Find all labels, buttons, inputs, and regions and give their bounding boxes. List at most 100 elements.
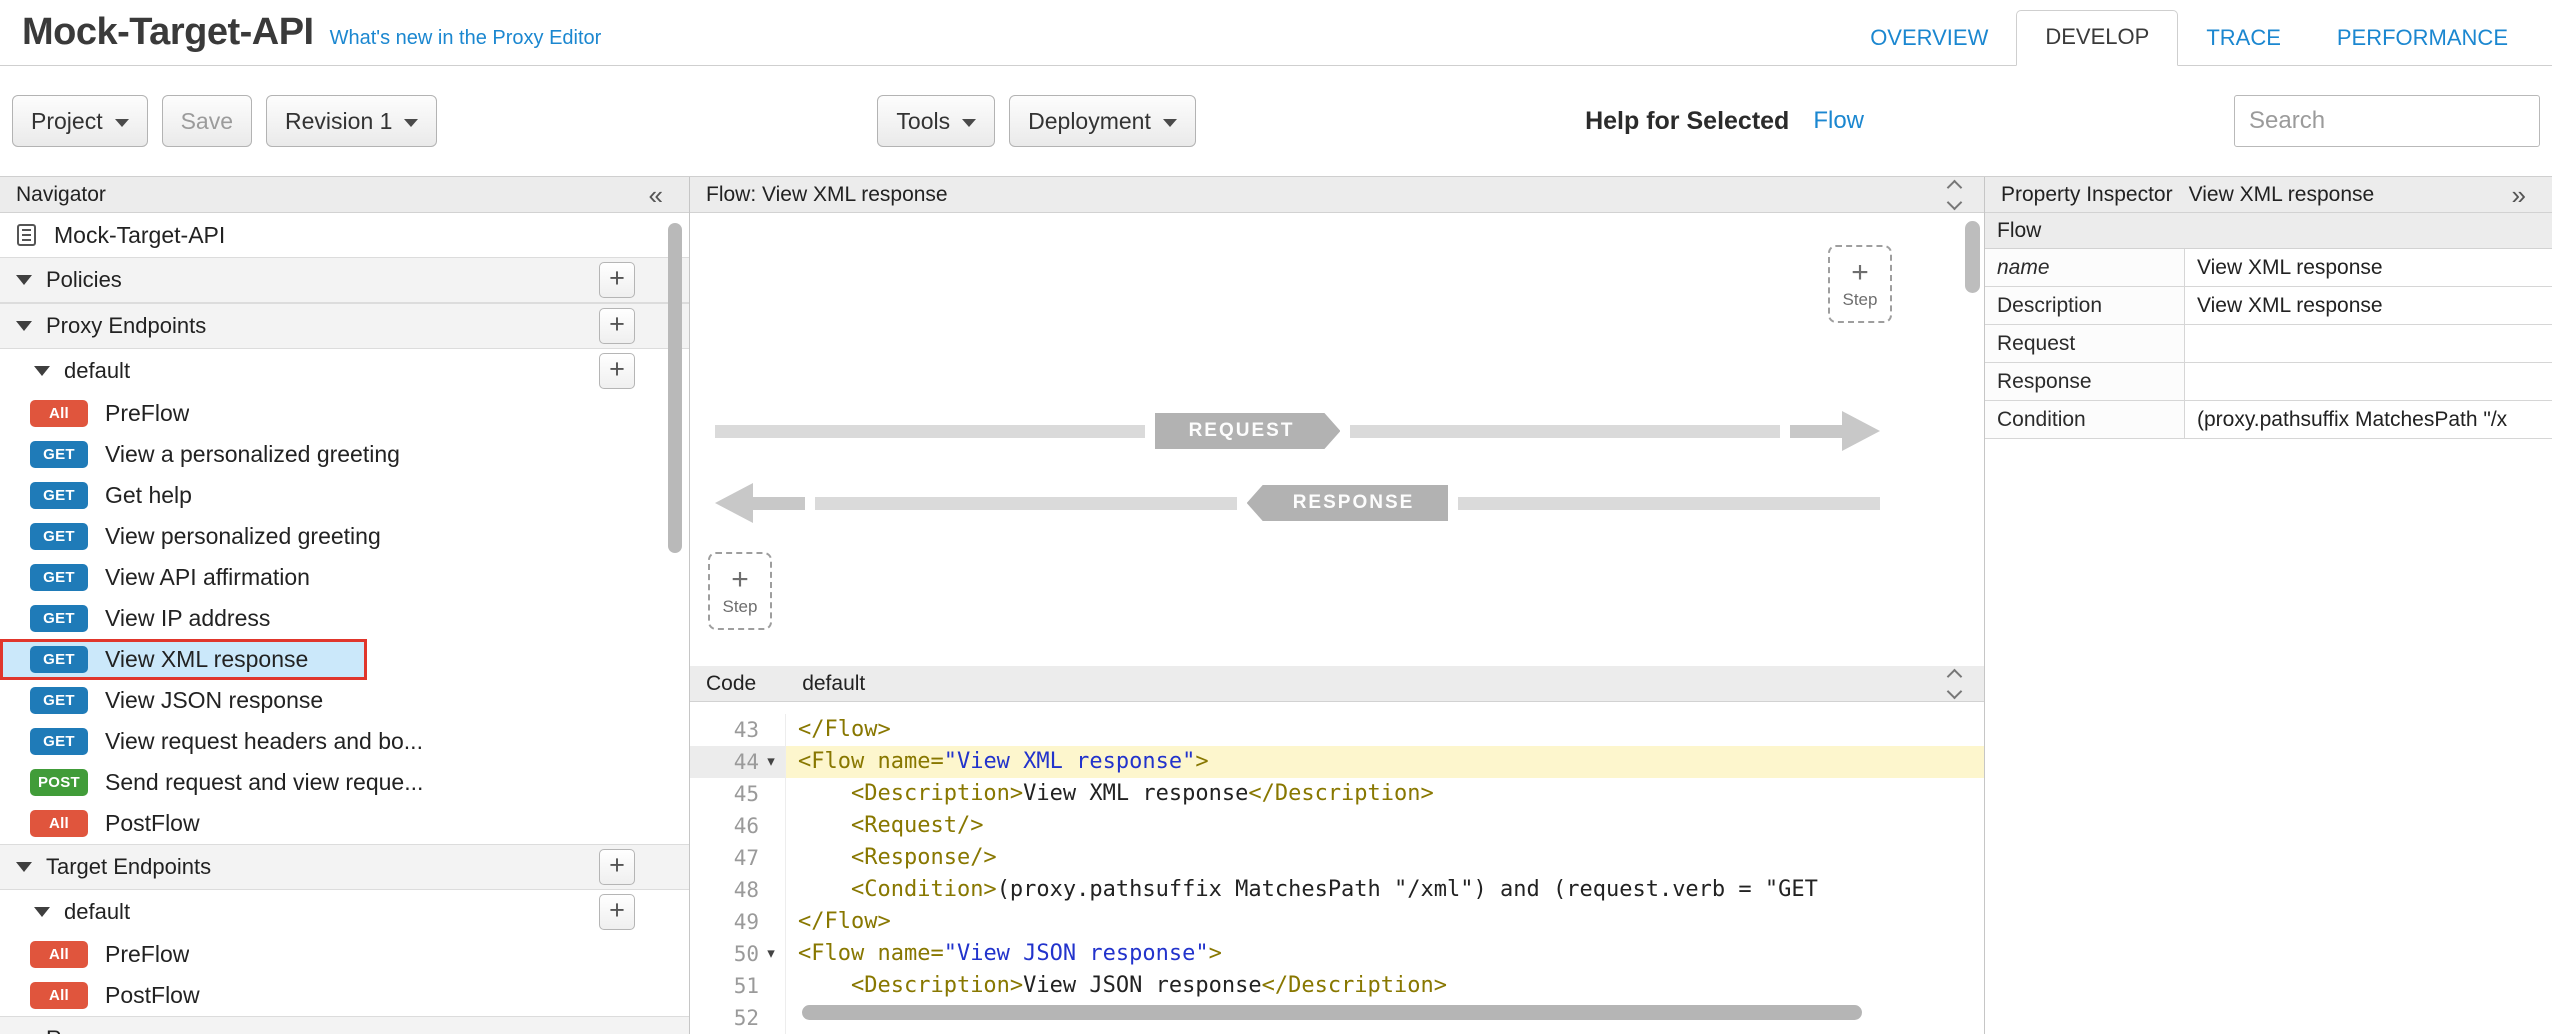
revision-button-label: Revision 1: [285, 108, 392, 135]
inspector-property-value[interactable]: (proxy.pathsuffix MatchesPath "/x: [2185, 401, 2552, 438]
nav-section-proxy-endpoints[interactable]: Proxy Endpoints +: [0, 303, 689, 349]
code-tab[interactable]: Code: [706, 672, 756, 696]
flow-label: PreFlow: [105, 400, 189, 427]
deployment-button[interactable]: Deployment: [1009, 95, 1196, 147]
proxy-flow-view-json-response[interactable]: GETView JSON response: [0, 680, 689, 721]
proxy-flow-preflow[interactable]: AllPreFlow: [0, 393, 689, 434]
token-tag: <Request/>: [851, 813, 983, 838]
nav-section-policies[interactable]: Policies +: [0, 257, 689, 303]
code-line-content: <Condition>(proxy.pathsuffix MatchesPath…: [786, 874, 1984, 906]
proxy-flow-view-api-affirmation[interactable]: GETView API affirmation: [0, 557, 689, 598]
help-group: Help for Selected Flow: [1585, 107, 1864, 136]
token-string: "View JSON response": [944, 941, 1209, 966]
code-line-content: <Flow name="View JSON response">: [786, 938, 1984, 970]
triangle-down-icon: [16, 275, 32, 285]
verb-badge-get: GET: [30, 646, 88, 673]
inspector-property-value[interactable]: [2185, 363, 2552, 400]
code-horizontal-scrollbar[interactable]: [802, 1005, 1862, 1020]
code-line-49[interactable]: 49</Flow>: [690, 906, 1984, 938]
code-line-46[interactable]: 46 <Request/>: [690, 810, 1984, 842]
nav-section-resources[interactable]: Resources: [0, 1016, 689, 1034]
response-flow-lane[interactable]: RESPONSE: [715, 483, 1880, 523]
save-button[interactable]: Save: [162, 95, 252, 147]
flow-vertical-scrollbar[interactable]: [1965, 221, 1980, 293]
add-policy-button[interactable]: +: [599, 262, 635, 298]
code-line-48[interactable]: 48 <Condition>(proxy.pathsuffix MatchesP…: [690, 874, 1984, 906]
chevron-down-icon: [1947, 683, 1963, 699]
triangle-down-icon: [16, 862, 32, 872]
inspector-rows: nameView XML responseDescriptionView XML…: [1985, 249, 2552, 439]
proxy-flow-view-request-headers-and-bo[interactable]: GETView request headers and bo...: [0, 721, 689, 762]
collapse-expand-icon[interactable]: [1949, 182, 1960, 208]
help-flow-link[interactable]: Flow: [1813, 107, 1864, 135]
tab-performance[interactable]: PERFORMANCE: [2309, 12, 2536, 66]
add-target-flow-button[interactable]: +: [599, 894, 635, 930]
target-flow-preflow[interactable]: AllPreFlow: [0, 934, 689, 975]
fold-arrow-icon[interactable]: ▾: [759, 938, 783, 970]
code-line-47[interactable]: 47 <Response/>: [690, 842, 1984, 874]
verb-badge-post: POST: [30, 769, 88, 796]
code-editor[interactable]: 43</Flow>44▾<Flow name="View XML respons…: [690, 702, 1984, 1034]
proxy-flow-view-ip-address[interactable]: GETView IP address: [0, 598, 689, 639]
add-step-button-bottom-left[interactable]: + Step: [708, 552, 772, 630]
line-number: 50: [734, 938, 759, 970]
flow-canvas[interactable]: + Step REQUEST RESPONSE: [690, 213, 1984, 666]
add-step-button-top-right[interactable]: + Step: [1828, 245, 1892, 323]
title-wrap: Mock-Target-API What's new in the Proxy …: [22, 11, 601, 54]
target-flow-postflow[interactable]: AllPostFlow: [0, 975, 689, 1016]
code-line-50[interactable]: 50▾<Flow name="View JSON response">: [690, 938, 1984, 970]
code-line-45[interactable]: 45 <Description>View XML response</Descr…: [690, 778, 1984, 810]
proxy-flow-postflow[interactable]: All PostFlow: [0, 803, 689, 844]
target-flow-list: AllPreFlowAllPostFlow: [0, 934, 689, 1016]
nav-section-target-endpoints[interactable]: Target Endpoints +: [0, 844, 689, 890]
proxy-flow-view-personalized-greeting[interactable]: GETView personalized greeting: [0, 516, 689, 557]
add-proxy-endpoint-button[interactable]: +: [599, 308, 635, 344]
token-text: [798, 877, 851, 902]
inspector-property-value[interactable]: View XML response: [2185, 287, 2552, 324]
request-flow-lane[interactable]: REQUEST: [715, 411, 1880, 451]
fold-arrow-icon[interactable]: ▾: [759, 746, 783, 778]
inspector-row-description: DescriptionView XML response: [1985, 287, 2552, 325]
tools-button[interactable]: Tools: [877, 95, 995, 147]
code-line-51[interactable]: 51 <Description>View JSON response</Desc…: [690, 970, 1984, 1002]
tab-develop[interactable]: DEVELOP: [2016, 10, 2178, 66]
code-line-43[interactable]: 43</Flow>: [690, 714, 1984, 746]
collapse-panel-icon[interactable]: «: [649, 182, 663, 208]
nav-target-default-endpoint[interactable]: default +: [0, 890, 689, 934]
proxy-flow-get-help[interactable]: GETGet help: [0, 475, 689, 516]
flow-label: PostFlow: [105, 810, 200, 837]
line-number: 44: [734, 746, 759, 778]
verb-badge-all: All: [30, 810, 88, 837]
flow-label: View API affirmation: [105, 564, 310, 591]
tab-overview[interactable]: OVERVIEW: [1842, 12, 2016, 66]
navigator-scrollbar[interactable]: [668, 223, 682, 553]
whats-new-link[interactable]: What's new in the Proxy Editor: [330, 27, 602, 50]
token-text: [798, 813, 851, 838]
proxy-flow-list: AllPreFlowGETView a personalized greetin…: [0, 393, 689, 844]
line-number-gutter: 47: [690, 842, 786, 874]
panels: Navigator « Mock-Target-API Policies: [0, 176, 2552, 1034]
code-line-44[interactable]: 44▾<Flow name="View XML response">: [690, 746, 1984, 778]
project-button[interactable]: Project: [12, 95, 148, 147]
expand-panel-icon[interactable]: »: [2512, 182, 2526, 208]
code-file-tab[interactable]: default: [802, 672, 865, 696]
verb-badge-get: GET: [30, 441, 88, 468]
search-input[interactable]: [2234, 95, 2540, 147]
flow-column: Flow: View XML response + Step REQUEST: [690, 177, 1985, 1034]
add-target-endpoint-button[interactable]: +: [599, 849, 635, 885]
tab-trace[interactable]: TRACE: [2178, 12, 2309, 66]
revision-button[interactable]: Revision 1: [266, 95, 437, 147]
inspector-title: Property Inspector: [2001, 183, 2173, 207]
inspector-property-label: Request: [1985, 325, 2185, 362]
inspector-property-value[interactable]: View XML response: [2185, 249, 2552, 286]
nav-root-item[interactable]: Mock-Target-API: [0, 213, 689, 257]
proxy-flow-send-request-and-view-reque[interactable]: POSTSend request and view reque...: [0, 762, 689, 803]
nav-proxy-default-endpoint[interactable]: default +: [0, 349, 689, 393]
inspector-property-value[interactable]: [2185, 325, 2552, 362]
proxy-flow-view-a-personalized-greeting[interactable]: GETView a personalized greeting: [0, 434, 689, 475]
request-label: REQUEST: [1155, 413, 1341, 449]
add-proxy-flow-button[interactable]: +: [599, 353, 635, 389]
proxy-flow-view-xml-response[interactable]: GETView XML response: [0, 639, 367, 680]
collapse-expand-icon[interactable]: [1949, 671, 1960, 697]
code-line-content: <Flow name="View XML response">: [786, 746, 1984, 778]
